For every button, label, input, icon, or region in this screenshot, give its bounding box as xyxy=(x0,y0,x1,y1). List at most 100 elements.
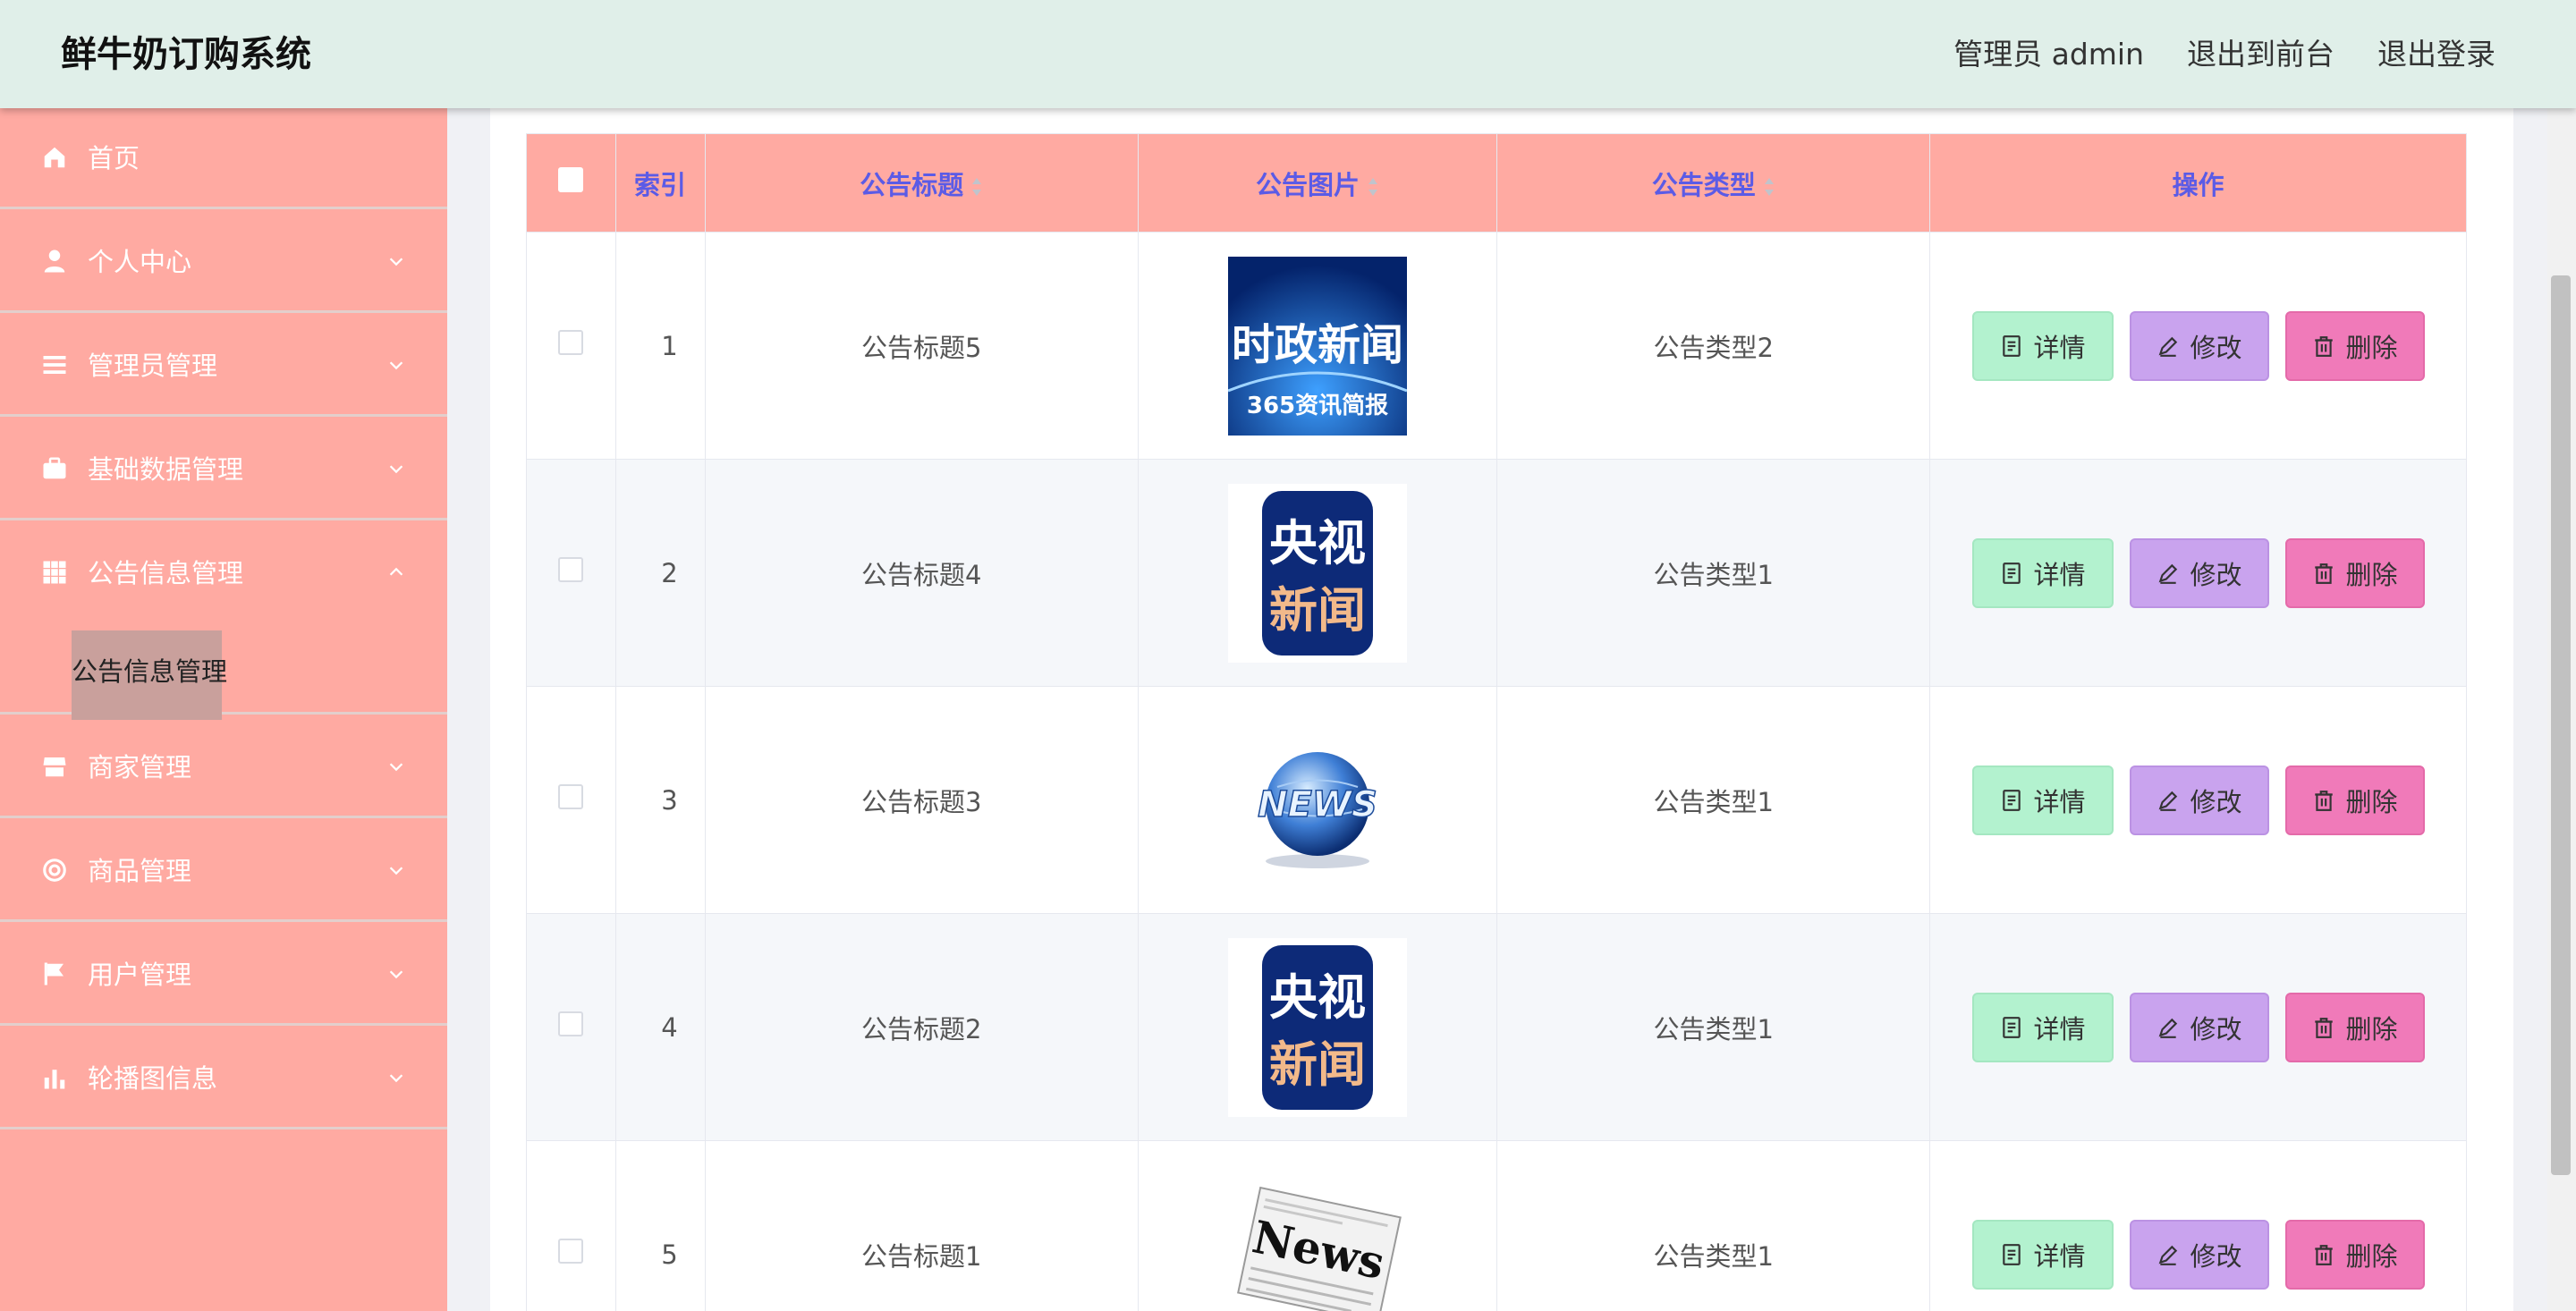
col-header-image-label: 公告图片 xyxy=(1255,169,1360,200)
row-select-cell xyxy=(526,459,616,687)
col-header-type[interactable]: 公告类型 xyxy=(1496,133,1931,233)
edit-button-label: 修改 xyxy=(2190,1240,2242,1272)
sidebar-item-label: 用户管理 xyxy=(88,960,192,990)
row-index: 5 xyxy=(614,1140,706,1311)
sidebar-item-carousel-info[interactable]: 轮播图信息 xyxy=(0,1028,447,1129)
row-checkbox[interactable] xyxy=(558,1011,584,1036)
table-row: 4 公告标题2 央视 新闻 公告类型1 详情 修改 删除 xyxy=(526,913,2467,1141)
row-actions: 详情 修改 删除 xyxy=(1929,913,2467,1141)
delete-button[interactable]: 删除 xyxy=(2284,992,2425,1062)
globe-news-image[interactable]: NEWS xyxy=(1228,711,1407,890)
sidebar-item-label: 轮播图信息 xyxy=(88,1063,218,1094)
sort-icon[interactable] xyxy=(1367,176,1379,198)
document-icon xyxy=(2002,334,2021,357)
detail-button-label: 详情 xyxy=(2033,559,2086,590)
cctv-news-image[interactable]: 央视 新闻 xyxy=(1227,937,1407,1117)
delete-button[interactable]: 删除 xyxy=(2284,765,2425,835)
sidebar-item-label: 基础数据管理 xyxy=(88,454,244,485)
sidebar-item-personal-center[interactable]: 个人中心 xyxy=(0,212,447,313)
edit-button[interactable]: 修改 xyxy=(2129,765,2269,835)
detail-button[interactable]: 详情 xyxy=(1971,1219,2114,1290)
detail-button[interactable]: 详情 xyxy=(1971,765,2114,835)
col-header-actions: 操作 xyxy=(1929,133,2467,233)
delete-button[interactable]: 删除 xyxy=(2284,310,2425,381)
delete-button-label: 删除 xyxy=(2345,1240,2398,1272)
app-title: 鲜牛奶订购系统 xyxy=(61,34,311,75)
image-caption: 央视 xyxy=(1269,969,1366,1026)
row-select-cell xyxy=(526,232,616,460)
col-header-title-label: 公告标题 xyxy=(860,169,964,200)
edit-button[interactable]: 修改 xyxy=(2129,1219,2269,1290)
notice-table: 索引 公告标题 公告图片 公告类型 操作 1 公告标题5 时政新闻 365资讯简… xyxy=(526,133,2467,1311)
edit-button-label: 修改 xyxy=(2190,1013,2242,1045)
table-row: 1 公告标题5 时政新闻 365资讯简报 公告类型2 详情 修改 删除 xyxy=(526,232,2467,460)
sidebar-item-admin-management[interactable]: 管理员管理 xyxy=(0,316,447,417)
pencil-icon xyxy=(2158,791,2177,811)
image-subcaption: 新闻 xyxy=(1269,582,1366,639)
row-type: 公告类型1 xyxy=(1496,686,1931,914)
delete-button[interactable]: 删除 xyxy=(2284,1219,2425,1290)
row-title: 公告标题3 xyxy=(704,686,1139,914)
sidebar-item-home[interactable]: 首页 xyxy=(0,108,447,209)
sidebar-item-merchant-management[interactable]: 商家管理 xyxy=(0,717,447,818)
col-header-title[interactable]: 公告标题 xyxy=(704,133,1139,233)
news-banner-image[interactable]: 时政新闻 365资讯简报 xyxy=(1227,256,1407,436)
sidebar-item-basic-data[interactable]: 基础数据管理 xyxy=(0,419,447,520)
image-subcaption: 365资讯简报 xyxy=(1247,392,1388,419)
delete-button[interactable]: 删除 xyxy=(2284,537,2425,608)
exit-to-frontend-link[interactable]: 退出到前台 xyxy=(2187,32,2334,77)
row-actions: 详情 修改 删除 xyxy=(1929,1140,2467,1311)
detail-button[interactable]: 详情 xyxy=(1971,310,2114,381)
sidebar-item-product-management[interactable]: 商品管理 xyxy=(0,821,447,922)
edit-button-label: 修改 xyxy=(2190,332,2242,363)
row-select-cell xyxy=(526,913,616,1141)
newspaper-image[interactable]: News xyxy=(1228,1165,1407,1311)
row-image-cell: 央视 新闻 xyxy=(1137,459,1498,687)
sidebar: 首页 个人中心 管理员管理 基础数据管理 公告信息管理 公告信息管理 商家管理 … xyxy=(0,108,447,1311)
row-checkbox[interactable] xyxy=(558,330,584,355)
col-header-index: 索引 xyxy=(614,133,706,233)
delete-button-label: 删除 xyxy=(2345,332,2398,363)
sort-icon[interactable] xyxy=(970,176,983,198)
pencil-icon xyxy=(2158,1245,2177,1265)
header-nav: 管理员 admin 退出到前台 退出登录 xyxy=(1953,32,2496,77)
edit-button[interactable]: 修改 xyxy=(2129,537,2269,608)
chevron-down-icon xyxy=(386,355,406,375)
cctv-news-image[interactable]: 央视 新闻 xyxy=(1227,483,1407,663)
list-icon xyxy=(41,351,68,378)
trash-icon xyxy=(2314,562,2333,584)
row-title: 公告标题2 xyxy=(704,913,1139,1141)
chevron-down-icon xyxy=(386,1068,406,1087)
sidebar-item-label: 管理员管理 xyxy=(88,351,218,381)
row-checkbox[interactable] xyxy=(558,784,584,809)
logout-link[interactable]: 退出登录 xyxy=(2377,32,2496,77)
row-actions: 详情 修改 删除 xyxy=(1929,686,2467,914)
image-subcaption: 新闻 xyxy=(1269,1036,1366,1093)
lifebuoy-icon xyxy=(41,857,68,884)
detail-button-label: 详情 xyxy=(2033,1013,2086,1045)
admin-user-link[interactable]: 管理员 admin xyxy=(1953,32,2144,77)
table-header-row: 索引 公告标题 公告图片 公告类型 操作 xyxy=(526,133,2467,233)
sidebar-item-notice-management[interactable]: 公告信息管理 xyxy=(0,523,447,624)
sort-icon[interactable] xyxy=(1763,176,1775,198)
sidebar-subitem-notice-management[interactable]: 公告信息管理 xyxy=(0,620,447,720)
row-image-cell: 央视 新闻 xyxy=(1137,913,1498,1141)
row-checkbox[interactable] xyxy=(558,1239,584,1264)
trash-icon xyxy=(2314,1244,2333,1265)
col-header-image[interactable]: 公告图片 xyxy=(1137,133,1498,233)
flag-icon xyxy=(41,960,68,987)
row-image-cell: News xyxy=(1137,1140,1498,1311)
row-index: 3 xyxy=(614,686,706,914)
row-image-cell: 时政新闻 365资讯简报 xyxy=(1137,232,1498,460)
select-all-checkbox[interactable] xyxy=(558,167,584,192)
sidebar-item-label: 首页 xyxy=(88,143,140,173)
chevron-down-icon xyxy=(386,251,406,271)
edit-button[interactable]: 修改 xyxy=(2129,310,2269,381)
edit-button[interactable]: 修改 xyxy=(2129,992,2269,1062)
detail-button[interactable]: 详情 xyxy=(1971,537,2114,608)
sidebar-item-user-management[interactable]: 用户管理 xyxy=(0,925,447,1026)
row-checkbox[interactable] xyxy=(558,557,584,582)
document-icon xyxy=(2002,562,2021,584)
detail-button[interactable]: 详情 xyxy=(1971,992,2114,1062)
scrollbar-thumb[interactable] xyxy=(2551,275,2571,1175)
